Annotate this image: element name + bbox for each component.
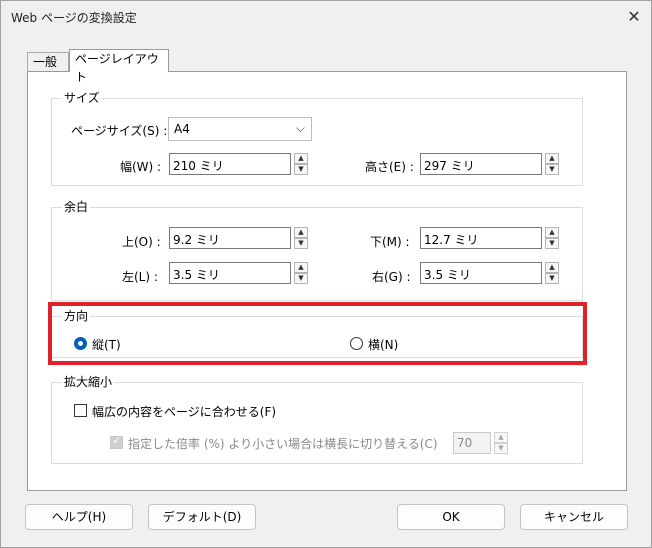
percent-spin-down-icon[interactable]: ▼ <box>494 443 508 454</box>
page-size-dropdown[interactable]: A4 ⌵ <box>168 117 312 141</box>
margin-bottom-label: 下(M) : <box>370 235 410 249</box>
tab-general[interactable]: 一般 <box>27 52 69 72</box>
percent-value: 70 <box>457 436 473 450</box>
margin-bottom-value: 12.7 ミリ <box>424 233 479 247</box>
cancel-button-label: キャンセル <box>543 510 604 524</box>
tab-page-layout[interactable]: ページレイアウト <box>69 49 169 84</box>
height-spin-up-icon[interactable]: ▲ <box>545 153 559 164</box>
cancel-button[interactable]: キャンセル <box>520 504 628 530</box>
margin-group-title: 余白 <box>62 198 91 215</box>
margin-right-input[interactable]: 3.5 ミリ <box>420 262 542 284</box>
help-button[interactable]: ヘルプ(H) <box>25 504 133 530</box>
margin-left-spin-down-icon[interactable]: ▼ <box>294 273 308 284</box>
page-size-label: ページサイズ(S) : <box>71 124 168 138</box>
default-button-label: デフォルト(D) <box>162 510 242 524</box>
fit-content-label[interactable]: 幅広の内容をページに合わせる(F) <box>92 403 276 420</box>
height-label: 高さ(E) : <box>365 160 414 174</box>
auto-landscape-label: 指定した倍率 (%) より小さい場合は横長に切り替える(C) <box>128 437 438 451</box>
margin-left-spin-up-icon[interactable]: ▲ <box>294 262 308 273</box>
default-button[interactable]: デフォルト(D) <box>148 504 256 530</box>
margin-bottom-spin-up-icon[interactable]: ▲ <box>545 227 559 238</box>
margin-right-spin-up-icon[interactable]: ▲ <box>545 262 559 273</box>
size-group-title: サイズ <box>62 89 102 106</box>
help-button-label: ヘルプ(H) <box>51 510 107 524</box>
margin-right-value: 3.5 ミリ <box>424 268 471 282</box>
fit-content-checkbox[interactable] <box>74 404 87 417</box>
margin-bottom-input[interactable]: 12.7 ミリ <box>420 227 542 249</box>
ok-button-label: OK <box>442 510 460 524</box>
tab-general-label: 一般 <box>33 55 58 69</box>
percent-input[interactable]: 70 <box>453 432 491 454</box>
margin-left-value: 3.5 ミリ <box>173 268 220 282</box>
tab-panel-page-layout: サイズ ページサイズ(S) : A4 ⌵ 幅(W) : 210 ミリ ▲ ▼ 高… <box>27 71 627 491</box>
page-conversion-settings-dialog: Web ページの変換設定 ✕ 一般 ページレイアウト サイズ ページサイズ(S)… <box>0 0 652 548</box>
height-value: 297 ミリ <box>424 159 475 173</box>
margin-top-label: 上(O) : <box>122 235 161 249</box>
margin-left-input[interactable]: 3.5 ミリ <box>169 262 291 284</box>
margin-top-spin-down-icon[interactable]: ▼ <box>294 238 308 249</box>
window-title: Web ページの変換設定 <box>11 11 137 25</box>
width-spin-down-icon[interactable]: ▼ <box>294 164 308 175</box>
height-input[interactable]: 297 ミリ <box>420 153 542 175</box>
margin-top-value: 9.2 ミリ <box>173 233 220 247</box>
margin-group: 余白 上(O) : 9.2 ミリ ▲ ▼ 下(M) : 12.7 ミリ ▲ ▼ … <box>51 198 583 301</box>
scale-group: 拡大縮小 幅広の内容をページに合わせる(F) 指定した倍率 (%) より小さい場… <box>51 373 583 464</box>
margin-right-spin-down-icon[interactable]: ▼ <box>545 273 559 284</box>
margin-left-label: 左(L) : <box>122 270 158 284</box>
height-spin-down-icon[interactable]: ▼ <box>545 164 559 175</box>
percent-spin-up-icon[interactable]: ▲ <box>494 432 508 443</box>
size-group: サイズ ページサイズ(S) : A4 ⌵ 幅(W) : 210 ミリ ▲ ▼ 高… <box>51 89 583 186</box>
title-bar: Web ページの変換設定 ✕ <box>1 1 651 33</box>
auto-landscape-checkbox[interactable] <box>110 434 123 449</box>
page-size-value: A4 <box>174 122 190 136</box>
orientation-highlight-box <box>48 302 587 365</box>
width-label: 幅(W) : <box>120 160 162 174</box>
width-input[interactable]: 210 ミリ <box>169 153 291 175</box>
margin-top-input[interactable]: 9.2 ミリ <box>169 227 291 249</box>
margin-right-label: 右(G) : <box>372 270 411 284</box>
margin-top-spin-up-icon[interactable]: ▲ <box>294 227 308 238</box>
chevron-down-icon: ⌵ <box>295 121 305 135</box>
scale-group-title: 拡大縮小 <box>62 373 115 390</box>
ok-button[interactable]: OK <box>397 504 505 530</box>
width-spin-up-icon[interactable]: ▲ <box>294 153 308 164</box>
close-icon[interactable]: ✕ <box>621 4 647 30</box>
width-value: 210 ミリ <box>173 159 224 173</box>
margin-bottom-spin-down-icon[interactable]: ▼ <box>545 238 559 249</box>
